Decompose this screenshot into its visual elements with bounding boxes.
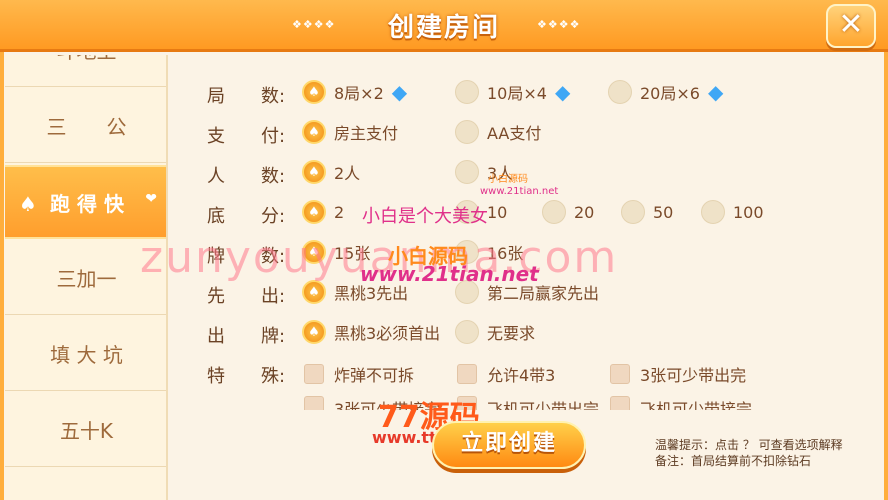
checkbox-icon — [457, 364, 477, 384]
radio-selected-icon: ♠ — [302, 200, 326, 224]
players-option-3[interactable]: 3人 — [455, 160, 513, 184]
special-option-plane-take[interactable]: 飞机可少带接完 — [610, 396, 752, 410]
radio-icon — [455, 200, 479, 224]
sidebar-item-sangong[interactable]: 三 公 — [5, 89, 166, 163]
payment-label: 支 付: — [207, 126, 286, 147]
page-title: 创建房间 — [387, 13, 500, 43]
players-option-2[interactable]: ♠ 2人 — [302, 160, 360, 184]
payment-option-owner[interactable]: ♠ 房主支付 — [302, 120, 398, 144]
diamond-icon: ◆ — [707, 80, 724, 104]
header-bar: ❖❖❖❖ 创建房间 ❖❖❖❖ ✕ — [0, 0, 888, 52]
sidebar-item-doudizhu[interactable]: 斗地主 — [5, 55, 166, 87]
tip-text: 温馨提示：点击 ？ 可查看选项解释 — [655, 438, 843, 452]
close-button[interactable]: ✕ — [826, 4, 876, 48]
base-option-50[interactable]: 50 — [621, 200, 673, 224]
rounds-option-8[interactable]: ♠ 8局×2 ◆ — [302, 80, 407, 104]
radio-icon — [455, 120, 479, 144]
note-text: 备注：首局结算前不扣除钻石 — [655, 454, 812, 468]
radio-selected-icon: ♠ — [302, 240, 326, 264]
special-label: 特 殊: — [207, 366, 286, 387]
create-room-button[interactable]: 立即创建 — [432, 421, 586, 469]
radio-selected-icon: ♠ — [302, 280, 326, 304]
play-option-spade3-first[interactable]: ♠ 黑桃3必须首出 — [302, 320, 440, 344]
payment-option-aa[interactable]: AA支付 — [455, 120, 541, 144]
rounds-label: 局 数: — [207, 86, 286, 107]
special-option-plane-out[interactable]: 飞机可少带出完 — [457, 396, 599, 410]
close-icon: ✕ — [838, 7, 864, 42]
base-option-10[interactable]: 10 — [455, 200, 507, 224]
spade-icon: ♠ — [19, 192, 37, 216]
play-option-none[interactable]: 无要求 — [455, 320, 535, 344]
first-play-label: 先 出: — [207, 286, 286, 307]
checkbox-icon — [610, 396, 630, 410]
radio-icon — [455, 160, 479, 184]
checkbox-icon — [304, 364, 324, 384]
sidebar-item-tiandakeng[interactable]: 填 大 坑 — [5, 317, 166, 391]
sidebar-item-sanjiayi[interactable]: 三加一 — [5, 241, 166, 315]
radio-selected-icon: ♠ — [302, 80, 326, 104]
cards-option-15[interactable]: ♠ 15张 — [302, 240, 370, 264]
radio-icon — [621, 200, 645, 224]
special-option-3less-out[interactable]: 3张可少带出完 — [610, 362, 746, 386]
title-decoration-right: ❖❖❖❖ — [537, 18, 581, 31]
checkbox-icon — [304, 396, 324, 410]
first-option-winner[interactable]: 第二局赢家先出 — [455, 280, 599, 304]
radio-icon — [455, 240, 479, 264]
play-rule-label: 出 牌: — [207, 326, 286, 347]
radio-icon — [455, 80, 479, 104]
first-option-spade3[interactable]: ♠ 黑桃3先出 — [302, 280, 408, 304]
base-score-label: 底 分: — [207, 206, 286, 227]
base-option-20[interactable]: 20 — [542, 200, 594, 224]
sidebar-item-wushik[interactable]: 五十K — [5, 393, 166, 467]
players-label: 人 数: — [207, 166, 286, 187]
create-room-screen: ❖❖❖❖ 创建房间 ❖❖❖❖ ✕ 斗地主 三 公 ♠ 跑 得 快 ❤ 三加一 填… — [0, 0, 888, 500]
special-option-bomb[interactable]: 炸弹不可拆 — [304, 362, 414, 386]
heart-icon: ❤ — [145, 191, 157, 207]
rounds-option-20[interactable]: 20局×6 ◆ — [608, 80, 723, 104]
base-option-100[interactable]: 100 — [701, 200, 764, 224]
checkbox-icon — [457, 396, 477, 410]
radio-icon — [542, 200, 566, 224]
base-option-2[interactable]: ♠ 2 — [302, 200, 344, 224]
sidebar-item-paodekuai[interactable]: ♠ 跑 得 快 ❤ — [5, 165, 166, 239]
special-option-3less-take[interactable]: 3张可少带接完 — [304, 396, 440, 410]
cards-option-16[interactable]: 16张 — [455, 240, 523, 264]
radio-selected-icon: ♠ — [302, 120, 326, 144]
radio-selected-icon: ♠ — [302, 160, 326, 184]
game-type-sidebar: 斗地主 三 公 ♠ 跑 得 快 ❤ 三加一 填 大 坑 五十K — [5, 55, 168, 500]
diamond-icon: ◆ — [391, 80, 408, 104]
radio-icon — [608, 80, 632, 104]
diamond-icon: ◆ — [554, 80, 571, 104]
radio-icon — [701, 200, 725, 224]
rounds-option-10[interactable]: 10局×4 ◆ — [455, 80, 570, 104]
radio-icon — [455, 320, 479, 344]
checkbox-icon — [610, 364, 630, 384]
radio-selected-icon: ♠ — [302, 320, 326, 344]
special-option-4with3[interactable]: 允许4带3 — [457, 362, 555, 386]
cards-label: 牌 数: — [207, 246, 286, 267]
radio-icon — [455, 280, 479, 304]
